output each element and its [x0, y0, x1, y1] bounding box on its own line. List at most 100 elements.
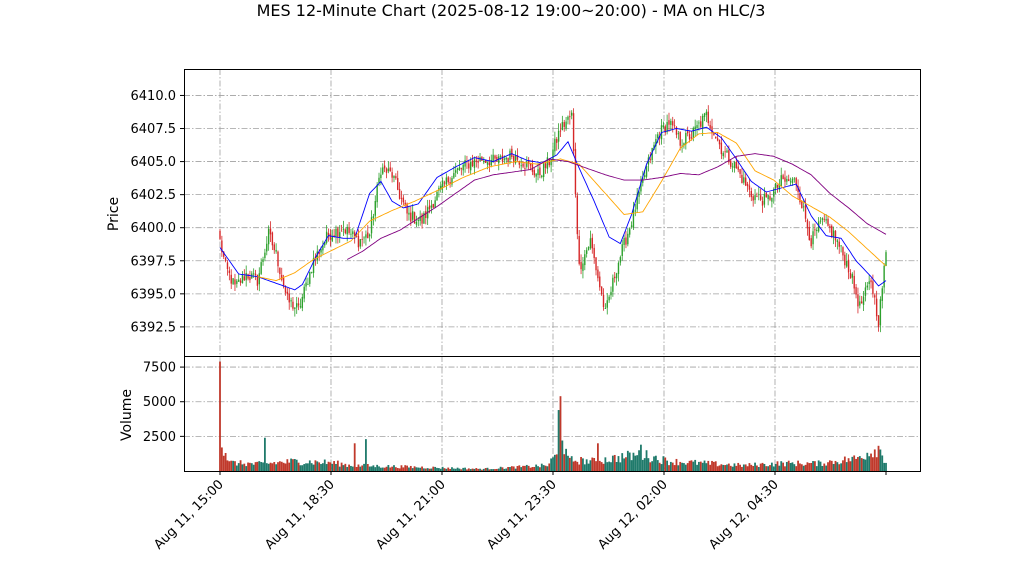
- volume-bar: [539, 467, 541, 471]
- candle-body: [808, 226, 810, 241]
- candle-body: [584, 254, 586, 266]
- volume-bar: [845, 462, 848, 471]
- candle-body: [709, 124, 711, 129]
- candle-body: [456, 168, 459, 170]
- volume-bar: [626, 450, 629, 471]
- volume-bar: [726, 464, 728, 471]
- volume-bar: [226, 460, 229, 471]
- volume-bar: [443, 468, 446, 471]
- volume-bar: [516, 466, 519, 471]
- volume-bar: [415, 467, 418, 471]
- volume-bar: [451, 467, 453, 471]
- candle-body: [851, 274, 854, 278]
- candle-body: [746, 183, 749, 187]
- candle-body: [840, 245, 842, 247]
- candle-body: [245, 272, 247, 281]
- volume-bar: [232, 460, 234, 471]
- volume-bar: [638, 450, 640, 471]
- candle-body: [615, 273, 618, 279]
- volume-bar: [256, 461, 259, 471]
- volume-bar: [495, 468, 498, 471]
- volume-bar: [688, 460, 691, 471]
- candle-body: [522, 163, 524, 167]
- volume-bar: [729, 465, 732, 471]
- volume-bar: [241, 464, 244, 471]
- volume-bar: [709, 464, 712, 471]
- candle-body: [679, 131, 681, 146]
- candle-body: [342, 228, 345, 230]
- price-tick-label: 6397.5: [131, 254, 177, 269]
- candle-body: [238, 279, 240, 282]
- candle-body: [382, 167, 384, 174]
- volume-bar: [625, 457, 627, 471]
- candle-body: [239, 280, 242, 283]
- volume-bar: [366, 464, 369, 471]
- volume-bar: [533, 466, 536, 471]
- volume-bar: [503, 468, 506, 471]
- candle-body: [786, 178, 788, 182]
- volume-bar: [452, 468, 455, 471]
- volume-bar: [250, 463, 253, 471]
- volume-bar: [490, 469, 493, 471]
- volume-bar: [434, 466, 437, 471]
- volume-bar: [501, 467, 504, 471]
- candle-body: [763, 193, 766, 205]
- candle-body: [352, 231, 354, 235]
- candle-body: [367, 232, 369, 239]
- volume-bar: [578, 464, 581, 471]
- volume-bar: [293, 459, 296, 471]
- candle-body: [273, 244, 275, 251]
- volume-bar: [499, 466, 502, 471]
- volume-bar: [847, 458, 850, 471]
- volume-bar: [780, 461, 783, 471]
- volume-bar: [464, 467, 466, 471]
- candle-body: [507, 157, 509, 162]
- volume-bar: [220, 447, 223, 471]
- volume-bar: [235, 465, 238, 471]
- volume-bar: [842, 460, 844, 471]
- volume-bar: [245, 466, 248, 471]
- candle-body: [368, 234, 371, 237]
- volume-bar: [230, 460, 233, 471]
- volume-bar: [277, 462, 279, 471]
- volume-bar: [707, 460, 710, 471]
- volume-bar: [348, 464, 350, 471]
- volume-bar: [840, 463, 843, 471]
- candle-body: [567, 116, 569, 120]
- candle-body: [234, 279, 236, 285]
- volume-bar: [361, 465, 364, 471]
- volume-bar: [381, 467, 384, 471]
- volume-bar: [860, 458, 863, 471]
- volume-bar: [260, 462, 263, 471]
- volume-bar: [254, 462, 257, 471]
- candle-body: [857, 294, 859, 307]
- volume-bar: [744, 464, 747, 471]
- volume-bar: [851, 456, 854, 471]
- volume-bar: [812, 461, 814, 471]
- volume-bar: [423, 468, 425, 471]
- candle-body: [698, 122, 700, 124]
- candle-body: [254, 273, 257, 275]
- volume-bar: [518, 465, 521, 471]
- candle-body: [266, 243, 268, 252]
- volume-bar: [290, 458, 292, 471]
- volume-bar: [329, 462, 332, 471]
- candle-body: [428, 205, 431, 210]
- volume-tick-label: 5000: [143, 395, 176, 410]
- candle-body: [625, 237, 627, 245]
- candle-body: [692, 127, 695, 138]
- volume-bar: [555, 454, 558, 471]
- candle-body: [849, 272, 852, 279]
- candle-body: [561, 122, 564, 130]
- volume-bar: [340, 462, 343, 471]
- candle-body: [720, 142, 723, 155]
- candle-body: [754, 195, 756, 201]
- candle-body: [744, 177, 747, 186]
- candle-body: [417, 220, 420, 222]
- volume-bar: [234, 461, 236, 471]
- volume-bar: [885, 462, 887, 471]
- volume-bar: [307, 463, 309, 471]
- candle-body: [477, 160, 479, 163]
- candle-body: [526, 161, 528, 167]
- candle-body: [774, 183, 777, 188]
